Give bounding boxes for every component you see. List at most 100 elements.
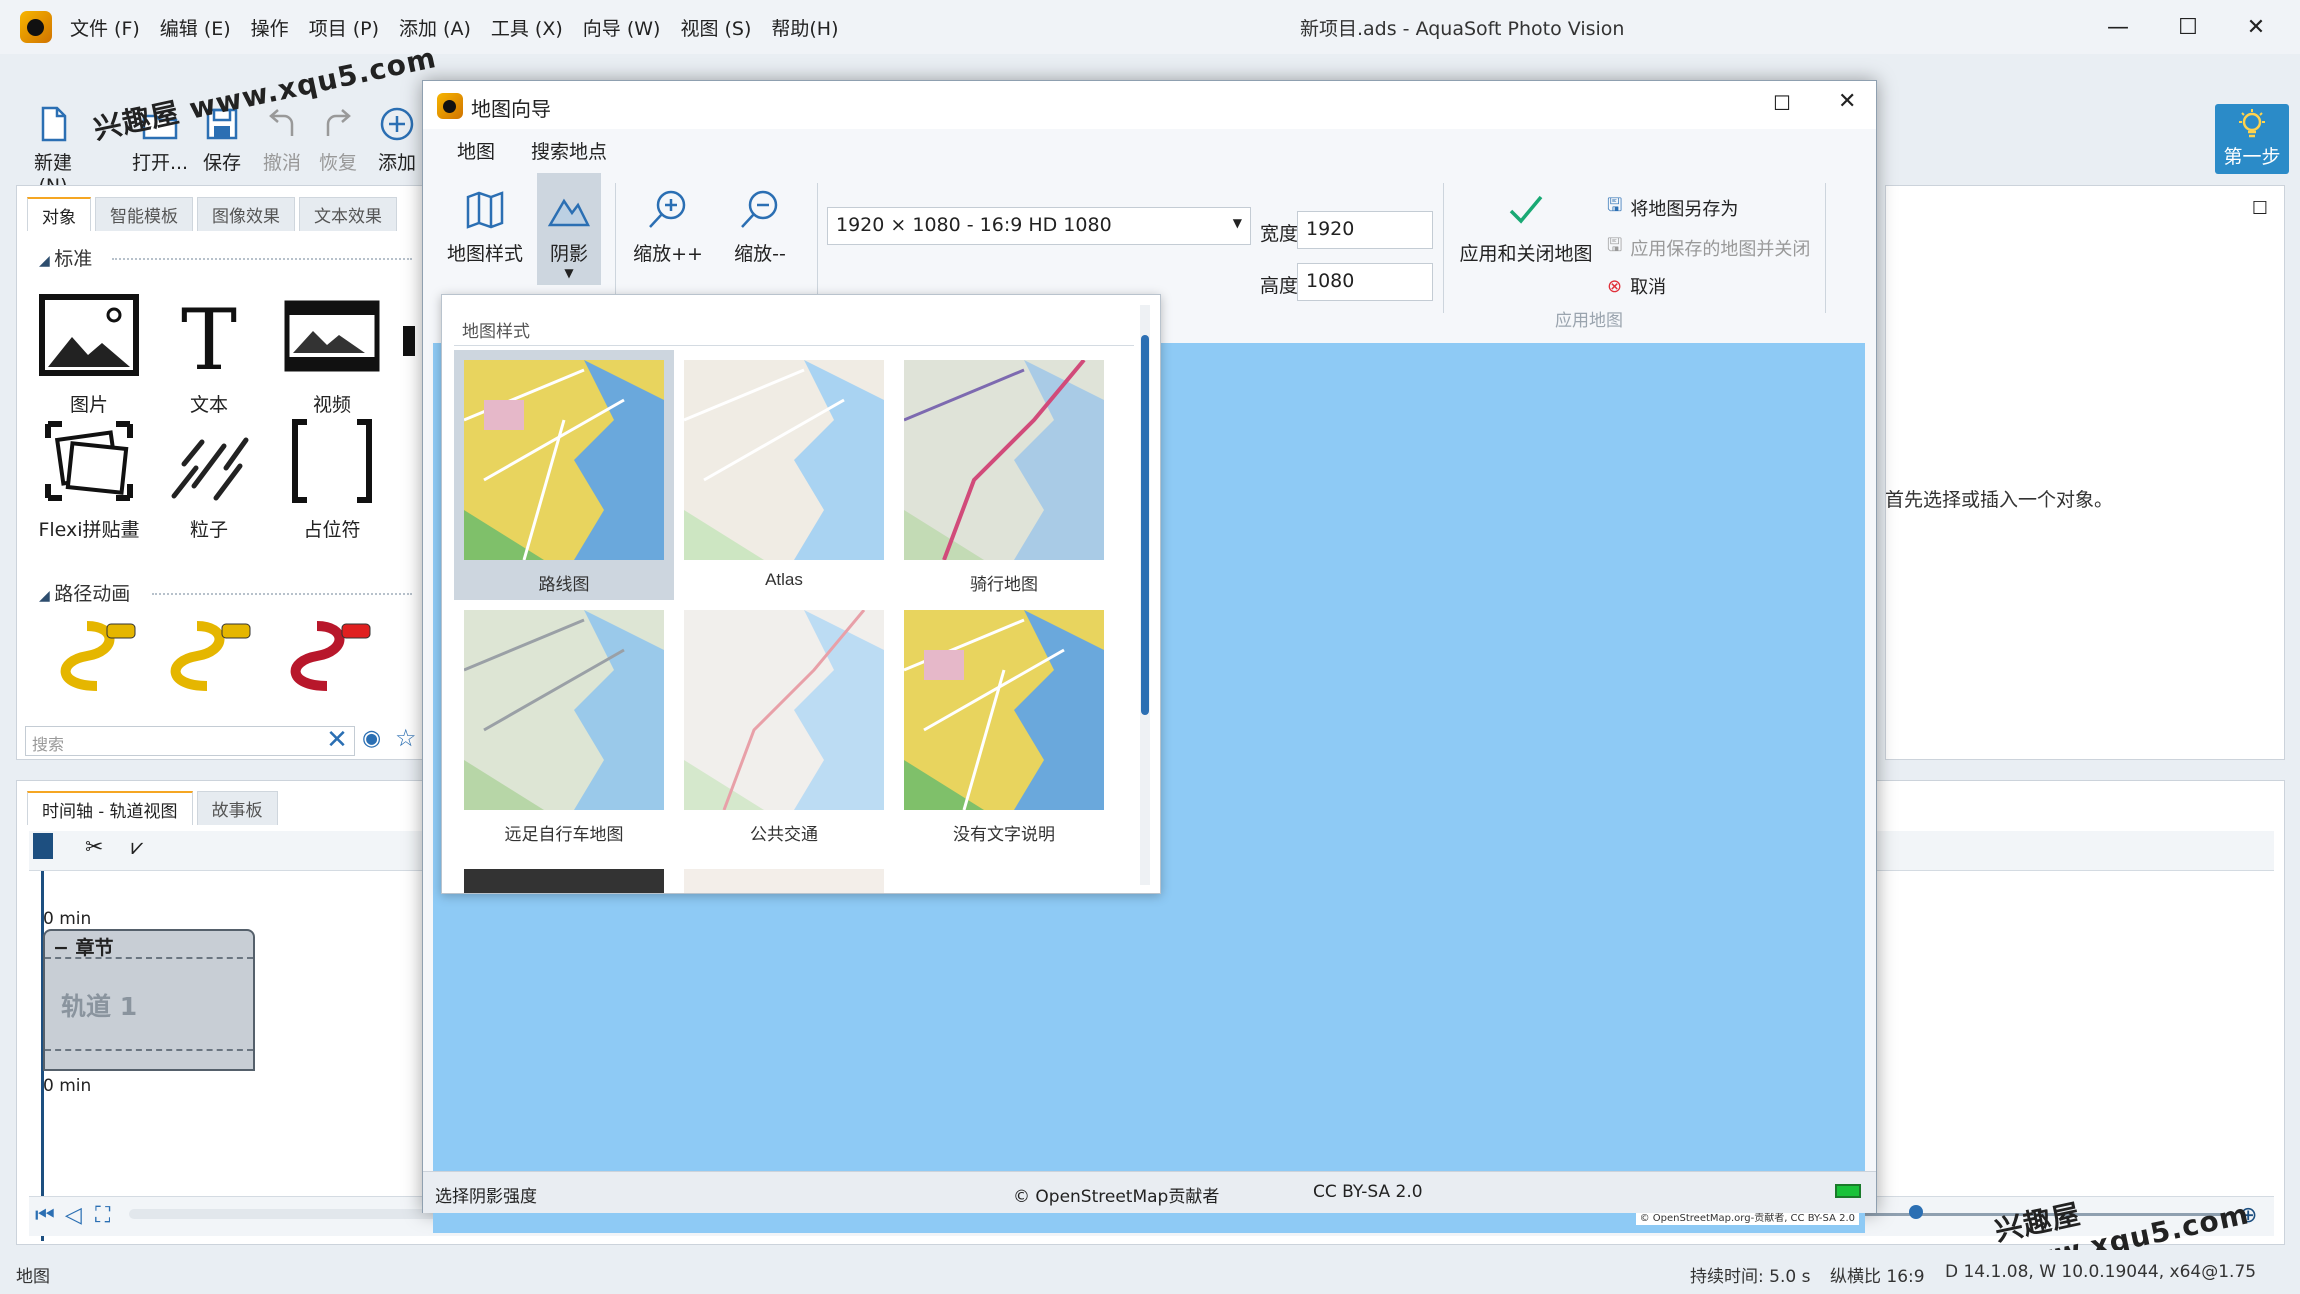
object-flexi-collage[interactable]: Flexi拼贴畫: [29, 416, 149, 542]
zoom-slider-handle[interactable]: [1909, 1205, 1923, 1219]
object-video[interactable]: 视频: [272, 291, 392, 417]
status-duration: 持续时间: 5.0 s: [1690, 1267, 1811, 1287]
add-circle-icon: [380, 107, 414, 141]
save-disabled-icon: 🖫: [1607, 235, 1623, 256]
title-bar: 文件 (F) 编辑 (E) 操作 项目 (P) 添加 (A) 工具 (X) 向导…: [0, 0, 2300, 54]
objects-tabs: 对象 智能模板 图像效果 文本效果: [27, 196, 397, 232]
object-placeholder[interactable]: 占位符: [272, 416, 392, 542]
chapter-title: − 章节: [53, 937, 114, 959]
map-style-public-transport[interactable]: 公共交通: [674, 600, 894, 850]
tab-image-effects[interactable]: 图像效果: [197, 197, 295, 231]
text-icon: T: [181, 291, 237, 389]
menu-view[interactable]: 视图 (S): [680, 12, 751, 43]
tab-search-location[interactable]: 搜索地点: [531, 137, 607, 164]
zoom-out-button[interactable]: 缩放--: [715, 173, 805, 285]
zoom-out-icon: [741, 190, 778, 228]
cancel-icon: ⊗: [1607, 275, 1623, 297]
map-style-atlas[interactable]: Atlas: [674, 350, 894, 600]
timeline-tabs: 时间轴 - 轨道视图 故事板: [27, 791, 278, 825]
menu-file[interactable]: 文件 (F): [70, 12, 140, 43]
resolution-select[interactable]: 1920 × 1080 - 16:9 HD 1080 ▼: [827, 207, 1251, 245]
dialog-status-bar: 选择阴影强度 © OpenStreetMap贡献者 CC BY-SA 2.0: [423, 1171, 1876, 1213]
image-icon: [39, 294, 139, 376]
apply-close-button[interactable]: 应用和关闭地图: [1447, 187, 1605, 266]
frame-icon[interactable]: ⛶: [95, 1203, 110, 1228]
status-info: D 14.1.08, W 10.0.19044, x64@1.75: [1945, 1262, 2257, 1282]
object-partial-icon: [403, 326, 415, 356]
map-style-hike-bike[interactable]: 远足自行车地图: [454, 600, 674, 850]
menu-edit[interactable]: 编辑 (E): [160, 12, 231, 43]
tab-track-view[interactable]: 时间轴 - 轨道视图: [27, 791, 193, 825]
tab-objects[interactable]: 对象: [27, 197, 91, 231]
scissors-icon[interactable]: ✂: [85, 835, 103, 860]
dialog-close-button[interactable]: ✕: [1838, 89, 1856, 114]
app-logo-icon: [20, 11, 52, 43]
shadow-button[interactable]: 阴影 ▼: [537, 173, 601, 285]
apply-saved-close-button[interactable]: 🖫 应用保存的地图并关闭: [1607, 233, 1810, 263]
map-style-roadmap[interactable]: 路线图: [454, 350, 674, 600]
popup-scrollbar-thumb[interactable]: [1141, 335, 1149, 715]
path-animation-list: [37, 616, 397, 696]
split-icon[interactable]: ⩗: [131, 835, 143, 860]
map-style-dark-thumbnail[interactable]: [464, 869, 664, 893]
ribbon-separator: [1443, 183, 1444, 313]
track-title: 轨道 1: [61, 992, 138, 1021]
first-step-button[interactable]: 第一步: [2215, 104, 2289, 174]
particles-icon: [171, 437, 249, 501]
roadmap-thumbnail: [464, 360, 664, 560]
width-label: 宽度: [1260, 223, 1299, 245]
chapter-block[interactable]: − 章节 轨道 1: [43, 929, 255, 1071]
map-style-light-thumbnail[interactable]: [684, 869, 884, 893]
section-divider: [152, 593, 412, 595]
menu-add[interactable]: 添加 (A): [399, 12, 471, 43]
menu-help[interactable]: 帮助(H): [771, 12, 838, 43]
dialog-maximize-button[interactable]: ☐: [1773, 91, 1791, 115]
map-style-no-labels[interactable]: 没有文字说明: [894, 600, 1114, 850]
no-labels-thumbnail: [904, 610, 1104, 810]
width-input[interactable]: 1920: [1297, 211, 1433, 249]
shadow-mountain-icon: [547, 198, 591, 227]
prev-icon[interactable]: ◁: [65, 1203, 82, 1228]
lightbulb-icon: [2239, 109, 2265, 138]
popup-scrollbar[interactable]: [1140, 305, 1150, 885]
map-style-cycle[interactable]: 骑行地图: [894, 350, 1114, 600]
dialog-title-bar: 地图向导 ☐ ✕: [423, 81, 1876, 129]
section-divider: [112, 258, 412, 260]
menu-action[interactable]: 操作: [251, 12, 289, 43]
eye-icon[interactable]: ◉: [362, 726, 381, 751]
map-style-button[interactable]: 地图样式: [435, 173, 535, 285]
zoom-in-button[interactable]: 缩放++: [623, 173, 713, 285]
maximize-button[interactable]: ☐: [2160, 6, 2216, 48]
path-animation-icons: [60, 621, 371, 691]
save-map-as-button[interactable]: 🖫 将地图另存为: [1607, 193, 1738, 223]
cancel-button[interactable]: ⊗ 取消: [1607, 273, 1666, 299]
playhead-icon[interactable]: [33, 833, 53, 859]
menu-tools[interactable]: 工具 (X): [491, 12, 563, 43]
collage-icon: [45, 421, 133, 501]
dropdown-arrow-icon: ▼: [1232, 216, 1242, 230]
status-indicator: [1835, 1184, 1861, 1198]
object-image[interactable]: 图片: [29, 291, 149, 417]
dialog-logo-icon: [437, 93, 463, 119]
skip-start-icon[interactable]: ⏮: [35, 1203, 55, 1228]
tab-smart-templates[interactable]: 智能模板: [95, 197, 193, 231]
panel-maximize-icon[interactable]: ☐: [2252, 198, 2268, 219]
tab-text-effects[interactable]: 文本效果: [299, 197, 397, 231]
tab-map[interactable]: 地图: [435, 137, 495, 164]
checkmark-icon: [1509, 195, 1543, 224]
menu-wizard[interactable]: 向导 (W): [583, 12, 661, 43]
chevron-down-icon: ▼: [564, 266, 574, 280]
track-divider: [45, 1049, 253, 1051]
new-button[interactable]: 新建 (N): [18, 104, 88, 197]
clear-search-icon[interactable]: ✕: [322, 726, 352, 756]
menu-project[interactable]: 项目 (P): [309, 12, 379, 43]
object-particles[interactable]: 粒子: [149, 416, 269, 542]
height-input[interactable]: 1080: [1297, 263, 1433, 301]
close-button[interactable]: ✕: [2228, 6, 2284, 48]
group-label-apply: 应用地图: [1555, 311, 1623, 331]
search-input[interactable]: 搜索: [25, 726, 355, 756]
object-text[interactable]: T 文本: [149, 291, 269, 417]
star-icon[interactable]: ☆: [395, 724, 417, 752]
minimize-button[interactable]: —: [2090, 6, 2146, 48]
tab-storyboard[interactable]: 故事板: [196, 791, 278, 825]
